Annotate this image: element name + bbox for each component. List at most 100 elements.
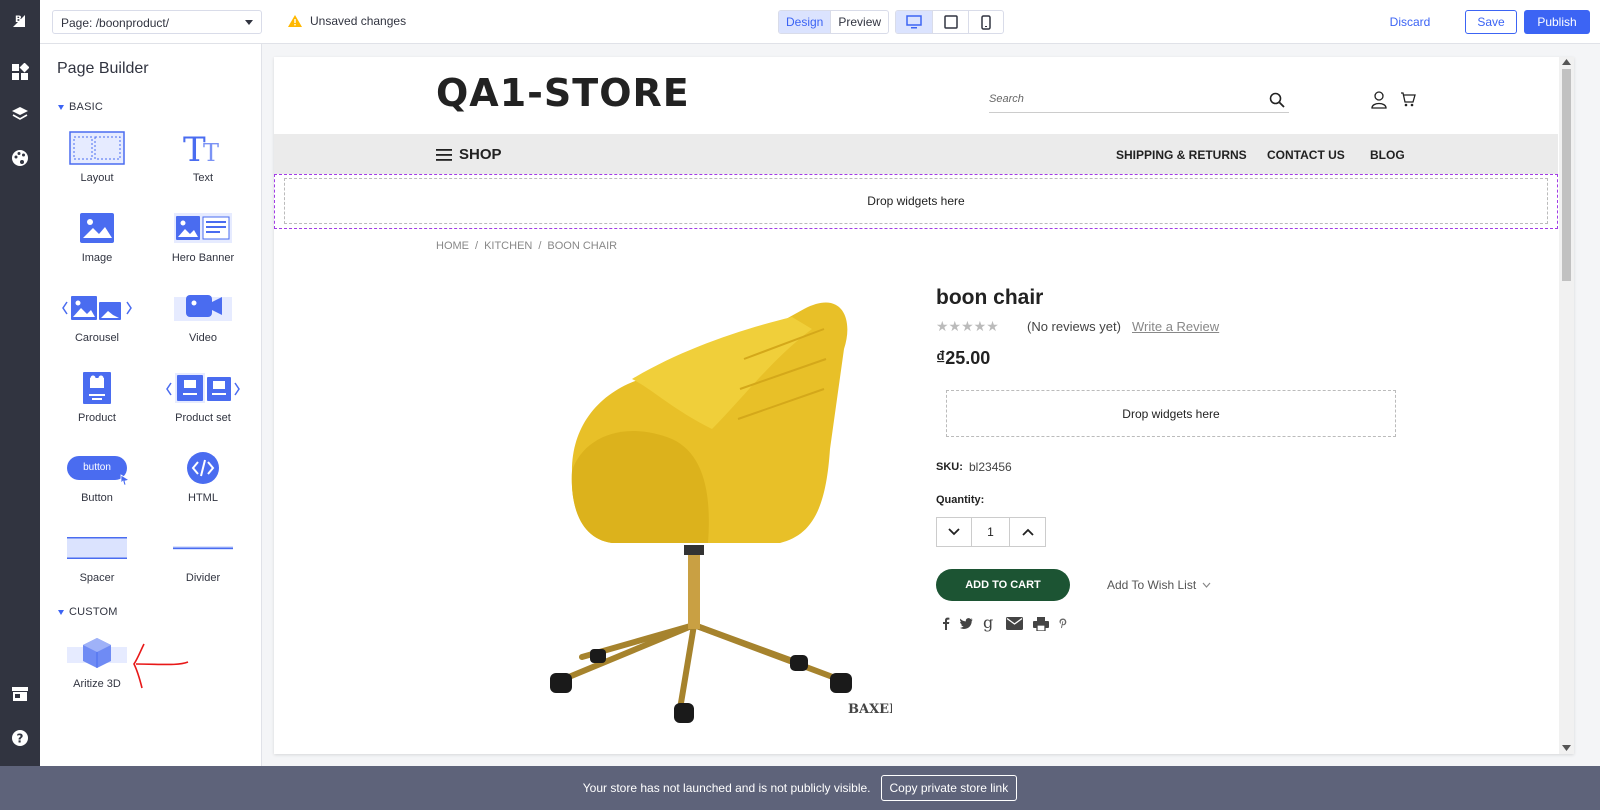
drop-zone-product[interactable]: Drop widgets here [946,390,1396,437]
breadcrumb-kitchen[interactable]: KITCHEN [484,240,532,252]
widget-html-label: HTML [188,492,218,504]
spacer-icon [52,526,142,570]
scroll-down-icon[interactable] [1562,745,1571,751]
shop-menu[interactable]: SHOP [436,146,502,163]
section-custom[interactable]: CUSTOM [58,606,118,618]
widget-image-label: Image [81,252,113,264]
email-icon[interactable] [1006,617,1023,630]
widget-button[interactable]: button Button [52,446,142,516]
widget-html[interactable]: HTML [158,446,248,516]
sku-label: SKU: [936,461,963,473]
breadcrumb-separator: / [538,240,542,252]
section-basic[interactable]: BASIC [58,101,103,113]
image-icon [52,206,142,250]
cart-icon[interactable] [1400,91,1416,107]
nav-shipping-returns[interactable]: SHIPPING & RETURNS [1116,148,1247,162]
tablet-view-button[interactable] [933,11,969,33]
tab-design[interactable]: Design [779,11,832,33]
widget-layout[interactable]: Layout [52,126,142,196]
mobile-icon [981,14,991,30]
canvas-scrollbar[interactable] [1559,57,1574,754]
divider-icon [158,526,248,570]
quantity-input[interactable]: 1 [972,518,1010,546]
widget-spacer[interactable]: Spacer [52,526,142,596]
widget-divider[interactable]: Divider [158,526,248,596]
widget-text-label: Text [192,172,214,184]
copy-private-link-button[interactable]: Copy private store link [880,775,1018,801]
help-icon[interactable]: ? [0,718,40,758]
widget-aritize-3d[interactable]: Aritize 3D [52,632,142,702]
mobile-view-button[interactable] [969,11,1003,33]
publish-button[interactable]: Publish [1524,10,1590,34]
widget-divider-label: Divider [185,572,221,584]
tab-preview[interactable]: Preview [831,11,888,33]
annotation-arrow-icon [133,643,189,689]
widget-product[interactable]: Product [52,366,142,436]
print-icon[interactable] [1033,616,1049,631]
widget-hero-banner-label: Hero Banner [171,252,235,264]
widget-carousel-label: Carousel [74,332,120,344]
scroll-up-icon[interactable] [1562,59,1571,65]
widget-video-label: Video [189,332,217,344]
widget-layout-label: Layout [80,172,114,184]
widget-button-label: Button [81,492,113,504]
page-canvas: QA1-STORE Search SHOP SHIPPING & RETURNS… [274,57,1574,754]
widget-carousel[interactable]: Carousel [52,286,142,356]
breadcrumb-current: BOON CHAIR [547,240,618,252]
product-icon [52,366,142,410]
nav-blog[interactable]: BLOG [1370,148,1405,162]
account-icon[interactable] [1371,91,1387,109]
code-icon [158,446,248,490]
wishlist-dropdown[interactable]: Add To Wish List [1107,578,1211,592]
unsaved-indicator: Unsaved changes [288,14,406,28]
widget-product-set[interactable]: Product set [158,366,248,436]
facebook-icon[interactable] [942,617,950,630]
widget-product-label: Product [78,412,116,424]
desktop-view-button[interactable] [896,11,933,33]
page-select[interactable]: Page: /boonproduct/ [52,10,262,34]
write-review-link[interactable]: Write a Review [1132,319,1219,334]
twitter-icon[interactable] [960,618,973,629]
product-image: BAXEK [550,302,892,723]
save-button[interactable]: Save [1465,10,1517,34]
quantity-stepper: 1 [936,517,1046,547]
device-toggle [895,10,1004,34]
nav-contact-us[interactable]: CONTACT US [1267,148,1345,162]
pinterest-icon[interactable] [1059,618,1067,629]
search-icon[interactable] [1269,92,1285,108]
widget-video[interactable]: Video [158,286,248,356]
svg-text:T: T [203,139,219,165]
top-bar: Page: /boonproduct/ Unsaved changes Desi… [40,0,1600,44]
unsaved-text: Unsaved changes [310,14,407,28]
widget-hero-banner[interactable]: Hero Banner [158,206,248,276]
sku-value: bl23456 [969,460,1012,474]
caret-down-icon [58,104,64,110]
quantity-increase-button[interactable] [1010,518,1045,546]
scrollbar-thumb[interactable] [1562,69,1571,281]
widget-image[interactable]: Image [52,206,142,276]
palette-icon[interactable] [0,138,40,178]
bigcommerce-logo-icon[interactable]: B [0,0,40,40]
layers-icon[interactable] [0,94,40,134]
storefront-icon[interactable] [0,674,40,714]
rating-stars: ★★★★★ [936,318,999,334]
store-logo[interactable]: QA1-STORE [436,71,690,115]
widgets-icon[interactable] [0,52,40,92]
breadcrumb-home[interactable]: HOME [436,240,469,252]
layout-icon [52,126,142,170]
google-icon[interactable]: g [983,615,996,632]
quantity-decrease-button[interactable] [937,518,972,546]
product-title: boon chair [936,286,1044,309]
image-watermark: BAXEK [848,702,892,717]
launch-status-message: Your store has not launched and is not p… [582,781,871,795]
hero-banner-icon [158,206,248,250]
chevron-down-icon [1202,582,1211,588]
discard-button[interactable]: Discard [1385,10,1435,34]
button-widget-icon: button [52,446,142,490]
social-share: g [942,615,1067,632]
breadcrumb: HOME / KITCHEN / BOON CHAIR [436,240,617,252]
widget-text[interactable]: TT Text [158,126,248,196]
store-search-input[interactable]: Search [989,89,1289,113]
drop-zone-top[interactable]: Drop widgets here [284,178,1548,224]
add-to-cart-button[interactable]: ADD TO CART [936,569,1070,601]
